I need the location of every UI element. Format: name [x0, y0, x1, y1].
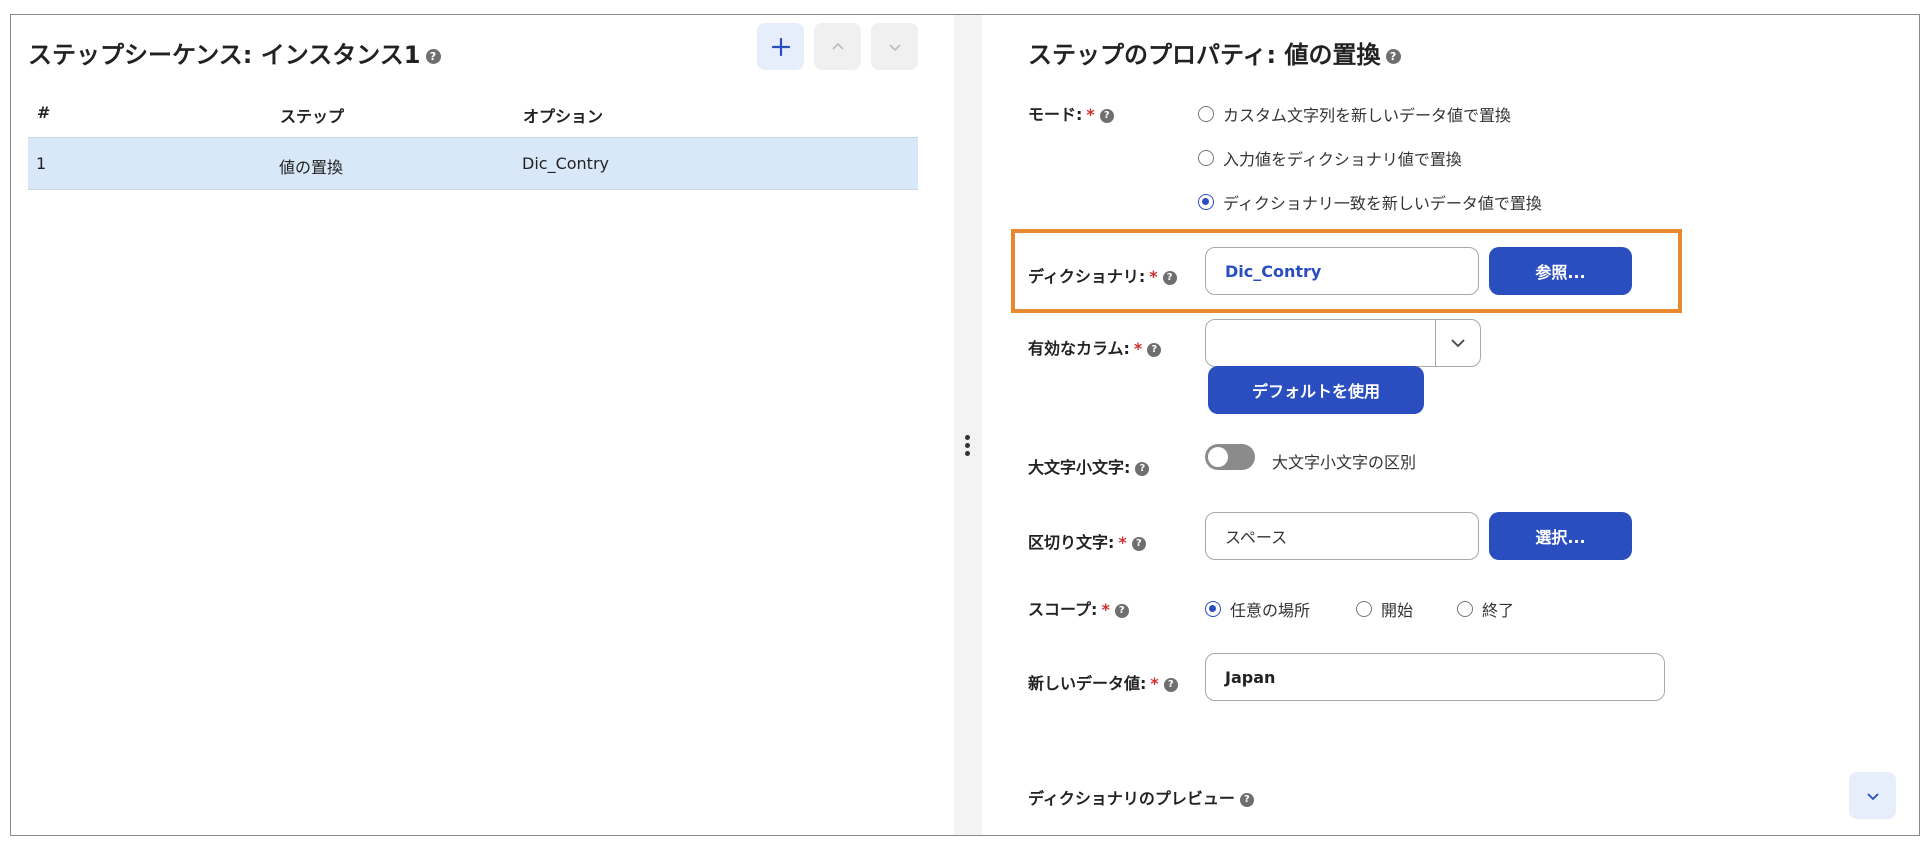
radio-button-selected[interactable] — [1205, 601, 1221, 617]
chevron-down-icon — [888, 43, 901, 51]
required-marker: * — [1149, 267, 1158, 286]
step-sequence-title: ステップシーケンス: インスタンス1? — [28, 35, 441, 70]
mode-option-custom-string[interactable]: カスタム文字列を新しいデータ値で置換 — [1198, 102, 1511, 126]
step-sequence-panel: ステップシーケンス: インスタンス1? # ステップ オプション 1 値の置換 … — [11, 15, 954, 835]
delimiter-label: 区切り文字: *? — [1028, 529, 1146, 553]
help-icon[interactable]: ? — [425, 48, 441, 64]
case-label: 大文字小文字:? — [1028, 454, 1150, 478]
radio-label: 開始 — [1381, 601, 1414, 620]
case-label-text: 大文字小文字: — [1028, 458, 1131, 477]
help-icon[interactable]: ? — [1147, 342, 1162, 357]
scope-option-end[interactable]: 終了 — [1457, 597, 1514, 621]
drag-handle-icon — [964, 435, 972, 459]
required-marker: * — [1118, 533, 1127, 552]
radio-label: 入力値をディクショナリ値で置換 — [1223, 150, 1462, 169]
valid-column-select[interactable] — [1205, 319, 1481, 367]
scope-option-anywhere[interactable]: 任意の場所 — [1205, 597, 1310, 621]
dictionary-preview-label: ディクショナリのプレビュー? — [1028, 785, 1254, 809]
radio-button[interactable] — [1457, 601, 1473, 617]
help-icon[interactable]: ? — [1162, 270, 1177, 285]
step-sequence-title-text: ステップシーケンス: インスタンス1 — [28, 41, 421, 69]
dictionary-label: ディクショナリ: *? — [1028, 263, 1177, 287]
radio-label: カスタム文字列を新しいデータ値で置換 — [1223, 106, 1512, 125]
add-step-button[interactable] — [757, 23, 804, 70]
step-properties-title: ステップのプロパティ: 値の置換? — [1028, 35, 1401, 70]
dictionary-input[interactable]: Dic_Contry — [1205, 247, 1479, 295]
scope-label-text: スコープ: — [1028, 600, 1098, 619]
scope-label: スコープ: *? — [1028, 596, 1129, 620]
required-marker: * — [1150, 674, 1159, 693]
required-marker: * — [1133, 339, 1143, 358]
scope-option-start[interactable]: 開始 — [1356, 597, 1413, 621]
radio-button[interactable] — [1198, 106, 1214, 122]
radio-label: 終了 — [1482, 601, 1515, 620]
dictionary-preview-label-text: ディクショナリのプレビュー — [1028, 789, 1235, 808]
new-data-value-input[interactable]: Japan — [1205, 653, 1665, 701]
expand-preview-button[interactable] — [1849, 772, 1896, 819]
help-icon[interactable]: ? — [1239, 792, 1254, 807]
column-header-step[interactable]: ステップ — [280, 103, 344, 127]
help-icon[interactable]: ? — [1135, 461, 1150, 476]
delimiter-input[interactable]: スペース — [1205, 512, 1479, 560]
use-default-button[interactable]: デフォルトを使用 — [1208, 366, 1424, 414]
mode-label-text: モード: — [1028, 105, 1083, 124]
move-down-button[interactable] — [871, 23, 918, 70]
help-icon[interactable]: ? — [1114, 603, 1129, 618]
plus-icon — [771, 37, 790, 56]
table-row[interactable]: 1 値の置換 Dic_Contry — [28, 137, 918, 190]
help-icon[interactable]: ? — [1099, 108, 1114, 123]
move-up-button[interactable] — [814, 23, 861, 70]
panel-resize-handle[interactable] — [954, 15, 982, 835]
valid-column-label: 有効なカラム: *? — [1028, 335, 1162, 359]
new-data-value-label-text: 新しいデータ値: — [1028, 674, 1147, 693]
delimiter-label-text: 区切り文字: — [1028, 533, 1115, 552]
step-properties-title-text: ステップのプロパティ: 値の置換 — [1028, 41, 1381, 69]
valid-column-label-text: 有効なカラム: — [1028, 339, 1130, 358]
required-marker: * — [1101, 600, 1110, 619]
chevron-down-icon — [1451, 339, 1465, 348]
case-sensitive-toggle[interactable] — [1205, 444, 1255, 470]
help-icon[interactable]: ? — [1131, 536, 1146, 551]
required-marker: * — [1086, 105, 1095, 124]
radio-label: 任意の場所 — [1230, 601, 1311, 620]
select-delimiter-button[interactable]: 選択... — [1489, 512, 1632, 560]
radio-label: ディクショナリ一致を新しいデータ値で置換 — [1223, 194, 1542, 213]
mode-option-dictionary-value[interactable]: 入力値をディクショナリ値で置換 — [1198, 146, 1462, 170]
row-option: Dic_Contry — [522, 154, 609, 173]
chevron-up-icon — [831, 42, 844, 50]
dictionary-label-text: ディクショナリ: — [1028, 267, 1146, 286]
radio-button[interactable] — [1356, 601, 1372, 617]
case-sensitive-toggle-label: 大文字小文字の区別 — [1272, 453, 1417, 472]
select-divider — [1435, 320, 1436, 366]
column-header-index[interactable]: # — [37, 103, 50, 122]
mode-option-dictionary-match[interactable]: ディクショナリ一致を新しいデータ値で置換 — [1198, 190, 1542, 214]
column-header-option[interactable]: オプション — [523, 103, 603, 127]
new-data-value-label: 新しいデータ値: *? — [1028, 670, 1178, 694]
mode-label: モード: *? — [1028, 101, 1114, 125]
app-frame: ステップシーケンス: インスタンス1? # ステップ オプション 1 値の置換 … — [10, 14, 1920, 836]
row-index: 1 — [36, 154, 47, 173]
radio-button[interactable] — [1198, 150, 1214, 166]
radio-button-selected[interactable] — [1198, 194, 1214, 210]
step-properties-panel: ステップのプロパティ: 値の置換? モード: *? カスタム文字列を新しいデータ値… — [982, 15, 1919, 835]
help-icon[interactable]: ? — [1385, 48, 1401, 64]
help-icon[interactable]: ? — [1163, 677, 1178, 692]
chevron-down-icon — [1866, 792, 1879, 800]
browse-button[interactable]: 参照... — [1489, 247, 1632, 295]
toggle-knob — [1208, 447, 1228, 467]
row-step: 値の置換 — [279, 158, 344, 177]
